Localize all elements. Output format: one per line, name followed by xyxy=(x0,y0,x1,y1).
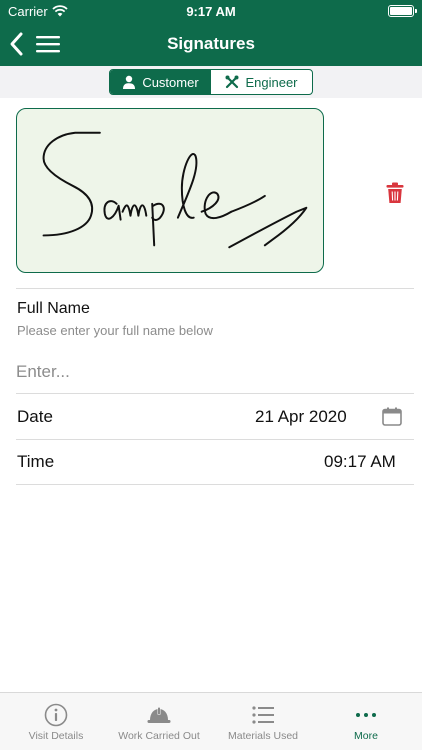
tab-engineer[interactable]: Engineer xyxy=(211,70,312,94)
time-label: Time xyxy=(17,452,55,471)
bottom-tab-bar: Visit Details Work Carried Out Materials… xyxy=(0,692,422,750)
tab-work-carried-out[interactable]: Work Carried Out xyxy=(111,693,207,750)
status-bar: Carrier 9:17 AM xyxy=(0,0,422,22)
trash-icon[interactable] xyxy=(386,182,404,204)
page-title: Signatures xyxy=(167,34,255,53)
divider xyxy=(16,439,414,440)
more-dots-icon xyxy=(356,713,376,717)
battery-icon xyxy=(388,5,417,17)
tab-engineer-label: Engineer xyxy=(245,74,298,90)
signature-pad[interactable] xyxy=(16,108,324,273)
tab-visit-details[interactable]: Visit Details xyxy=(16,693,96,750)
top-bar: Carrier 9:17 AM Signatures xyxy=(0,0,422,66)
time-value[interactable]: 09:17 AM xyxy=(324,452,396,472)
tab-customer[interactable]: Customer xyxy=(110,70,211,94)
person-icon xyxy=(123,75,136,89)
date-label: Date xyxy=(17,407,53,426)
tab-work-carried-out-label: Work Carried Out xyxy=(118,730,200,742)
hard-hat-icon xyxy=(147,707,171,723)
status-time: 9:17 AM xyxy=(186,4,236,19)
tools-icon xyxy=(225,75,239,89)
date-value[interactable]: 21 Apr 2020 xyxy=(255,407,347,427)
calendar-icon[interactable] xyxy=(382,407,402,426)
tab-more[interactable]: More xyxy=(332,693,400,750)
signature-drawing xyxy=(42,131,308,249)
full-name-hint: Please enter your full name below xyxy=(17,323,213,338)
list-icon xyxy=(252,706,274,724)
tab-customer-label: Customer xyxy=(142,74,199,90)
segment-bar: Customer Engineer xyxy=(0,66,422,98)
tab-visit-details-label: Visit Details xyxy=(28,730,84,742)
tab-materials-used-label: Materials Used xyxy=(227,730,299,742)
tab-more-label: More xyxy=(354,730,378,742)
divider xyxy=(16,288,414,289)
tab-materials-used[interactable]: Materials Used xyxy=(220,693,306,750)
full-name-input[interactable] xyxy=(16,356,414,388)
divider xyxy=(16,393,414,394)
full-name-label: Full Name xyxy=(17,300,90,317)
navigation-bar: Signatures xyxy=(0,22,422,66)
signer-segmented-control: Customer Engineer xyxy=(109,69,313,95)
divider xyxy=(16,484,414,485)
info-icon xyxy=(44,703,68,727)
